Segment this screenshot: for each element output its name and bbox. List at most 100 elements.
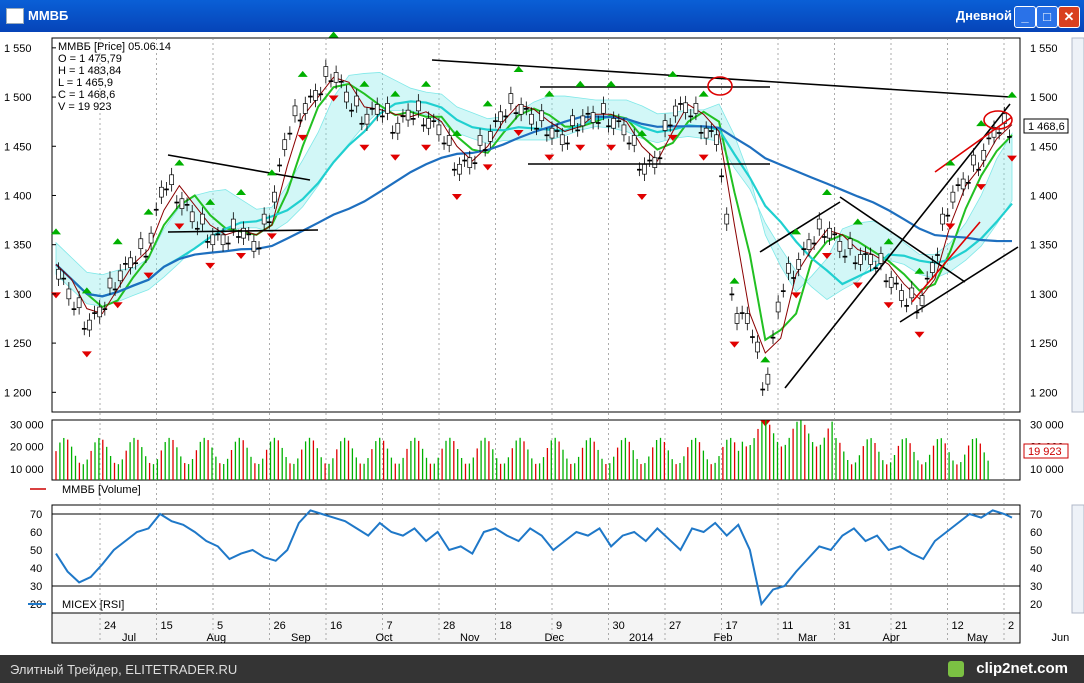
price-tick-left: 1 300	[4, 289, 32, 301]
rsi-tick-right: 60	[1030, 527, 1042, 539]
candle-body	[822, 236, 827, 238]
info-close: C = 1 468,6	[58, 89, 115, 101]
candle-body	[174, 201, 180, 204]
candle-body	[904, 305, 909, 307]
candle-body	[642, 163, 647, 175]
candle-body	[683, 102, 688, 113]
rsi-tick-right: 50	[1030, 545, 1042, 557]
x-month-label: Aug	[207, 632, 227, 644]
maximize-button[interactable]: □	[1036, 6, 1058, 28]
x-day-label: 5	[217, 620, 223, 632]
candle-body	[816, 218, 822, 230]
volume-tick-left: 30 000	[10, 419, 44, 431]
candle-body	[765, 373, 771, 385]
candle-body	[266, 221, 272, 224]
price-tick-right: 1 200	[1030, 387, 1058, 399]
candle-body	[436, 124, 442, 136]
candle-body	[724, 213, 730, 225]
candle-body	[935, 254, 940, 256]
candle-body	[590, 112, 596, 123]
candle-body	[354, 95, 360, 107]
candle-body	[272, 191, 277, 203]
info-header: ММВБ [Price] 05.06.14	[58, 41, 171, 53]
rsi-tick-left: 50	[30, 545, 42, 557]
candle-body	[128, 257, 133, 268]
chart-area[interactable]: 1 550 1 550 1 500 1 500 1 450 1 450 1 400 1 400…	[0, 31, 1084, 655]
price-tick-right: 1 300	[1030, 289, 1058, 301]
candle-body	[159, 186, 164, 198]
candle-body	[755, 341, 760, 353]
candle-body	[81, 327, 87, 330]
rsi-tick-right: 30	[1030, 581, 1042, 593]
candle-body	[462, 159, 467, 162]
candle-body	[441, 142, 447, 145]
candle-body	[894, 282, 899, 285]
candle-body	[200, 213, 205, 225]
window-title: ММВБ	[28, 8, 69, 23]
candle-body	[565, 142, 570, 145]
minimize-button[interactable]: _	[1014, 6, 1036, 28]
candle-body	[554, 130, 560, 132]
close-button[interactable]: ✕	[1058, 6, 1080, 28]
candle-body	[451, 168, 457, 171]
candle-body	[308, 95, 313, 98]
candle-body	[467, 157, 473, 168]
candle-body	[919, 295, 925, 306]
rsi-scrollbar[interactable]	[1071, 504, 1084, 614]
candle-body	[313, 90, 318, 101]
candle-body	[534, 127, 539, 130]
time-axis	[51, 612, 1021, 644]
chart-svg[interactable]: 1 550 1 550 1 500 1 500 1 450 1 450 1 400 1 400…	[0, 31, 1084, 655]
candle-body	[431, 120, 437, 123]
candle-body	[667, 124, 673, 127]
candle-body	[652, 157, 658, 168]
candle-body	[508, 93, 514, 104]
candle-body	[251, 241, 257, 252]
candle-body	[385, 103, 390, 114]
candle-body	[580, 115, 586, 127]
candle-body	[662, 120, 668, 131]
x-month-label: Jun	[1052, 632, 1070, 644]
footer-brand: clip2net.com	[976, 660, 1068, 677]
volume-tick-right: 30 000	[1030, 419, 1064, 431]
rsi-tick-right: 40	[1030, 563, 1042, 575]
candle-body	[708, 130, 714, 132]
price-tick-right: 1 450	[1030, 141, 1058, 153]
candle-body	[801, 248, 807, 250]
candle-body	[230, 218, 236, 230]
price-tick-right: 1 400	[1030, 190, 1058, 202]
x-month-label: Feb	[714, 632, 733, 644]
price-tick-left: 1 550	[4, 43, 32, 55]
candle-body	[169, 174, 174, 185]
x-month-label: Oct	[376, 632, 393, 644]
x-month-label: 2014	[629, 632, 653, 644]
candle-body	[971, 154, 976, 166]
candle-body	[981, 150, 987, 161]
candle-body	[292, 105, 298, 117]
candle-body	[899, 290, 904, 301]
price-scrollbar[interactable]	[1071, 37, 1084, 413]
candle-body	[426, 118, 431, 129]
candle-body	[703, 127, 709, 139]
volume-tick-left: 10 000	[10, 464, 44, 476]
candle-body	[611, 118, 617, 129]
candle-body	[256, 247, 262, 250]
candle-body	[791, 277, 796, 279]
price-tick-left: 1 200	[4, 387, 32, 399]
candle-body	[693, 103, 699, 114]
candle-body	[148, 232, 154, 244]
candle-body	[282, 139, 288, 150]
timeframe-label[interactable]: Дневной	[956, 8, 1012, 23]
rsi-tick-left: 60	[30, 527, 42, 539]
candle-body	[837, 241, 843, 252]
candle-body	[595, 122, 601, 124]
x-month-label: Mar	[798, 632, 817, 644]
candle-body	[76, 297, 82, 309]
rsi-tick-left: 70	[30, 509, 42, 521]
candle-body	[184, 203, 190, 206]
candle-body	[97, 306, 103, 318]
candle-body	[359, 122, 365, 125]
current-volume-label: 19 923	[1028, 446, 1062, 458]
candle-body	[672, 105, 678, 117]
candle-body	[518, 104, 524, 115]
